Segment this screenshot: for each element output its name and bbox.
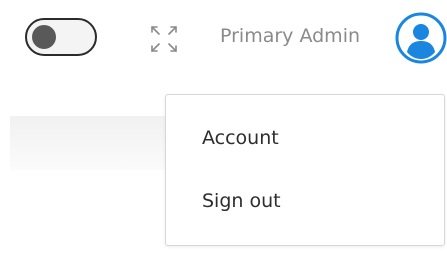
user-dropdown-menu: Account Sign out bbox=[165, 94, 445, 246]
menu-item-account[interactable]: Account bbox=[202, 125, 279, 151]
menu-item-sign-out[interactable]: Sign out bbox=[202, 188, 281, 214]
user-avatar-icon[interactable] bbox=[395, 12, 447, 64]
fullscreen-icon[interactable] bbox=[150, 25, 178, 53]
screen: Primary Admin Account Sign out bbox=[0, 0, 447, 253]
admin-name[interactable]: Primary Admin bbox=[220, 23, 360, 49]
toggle-knob bbox=[32, 25, 56, 49]
theme-toggle[interactable] bbox=[25, 18, 97, 56]
background-panel bbox=[10, 116, 180, 170]
